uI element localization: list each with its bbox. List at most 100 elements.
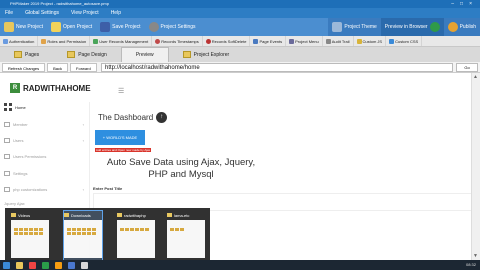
home-icon (4, 103, 12, 111)
folder-icon (182, 51, 191, 58)
menu-icon (289, 38, 295, 44)
brand-logo-icon: R (10, 83, 20, 93)
save-project-button[interactable]: Save Project (96, 18, 144, 36)
sidebar-item-users-permissions[interactable]: Users Permissions (4, 151, 86, 161)
thumbnail-videos[interactable]: Videos (11, 211, 49, 260)
publish-icon (447, 22, 458, 32)
windows-taskbar: 08:32 (0, 260, 480, 270)
feature-tab-strip: Authentication Roles and Permission User… (0, 36, 480, 47)
tab-custom-css[interactable]: Custom CSS (386, 36, 423, 46)
sidebar-item-jquery-ajax[interactable]: Jquery Ajax (4, 198, 86, 208)
window-controls[interactable]: –□× (451, 0, 478, 8)
settings-icon (4, 170, 10, 176)
gear-icon (148, 22, 159, 32)
scroll-down-icon[interactable]: ▼ (473, 253, 478, 259)
brand[interactable]: R RADWITHAHOME (10, 83, 91, 93)
delete-icon (205, 38, 211, 44)
folder-icon (64, 213, 69, 217)
system-clock[interactable]: 08:32 (466, 260, 476, 270)
tab-custom-js[interactable]: Custom JS (354, 36, 387, 46)
primary-action-button[interactable]: + WORLD'S MADE (95, 130, 145, 145)
chevron-left-icon: ‹ (82, 137, 84, 143)
css-icon (389, 38, 395, 44)
window-preview (117, 220, 155, 258)
folder-icon (14, 51, 22, 58)
forward-button[interactable]: Forward (70, 62, 97, 72)
menu-file[interactable]: File (3, 10, 15, 16)
member-icon (4, 121, 10, 127)
chevron-left-icon: ‹ (82, 186, 84, 192)
dashboard-title: The Dashboard ↑ (98, 112, 168, 123)
file-explorer-icon[interactable] (16, 261, 23, 269)
go-button[interactable]: Go (456, 63, 478, 72)
thumbnail-downloads[interactable]: Downloads (63, 210, 103, 260)
chevron-left-icon: ‹ (82, 121, 84, 127)
folder-icon (67, 51, 76, 58)
app-icon[interactable] (81, 261, 88, 269)
thumbnail-lama-etc[interactable]: lama-etc (167, 211, 205, 260)
tab-authentication[interactable]: Authentication (0, 36, 39, 46)
tab-page-events[interactable]: Page Events (250, 36, 287, 46)
address-bar: Refresh Changes Back Forward http://loca… (0, 62, 480, 73)
view-tab-bar: Pages Page Design Preview Project Explor… (0, 47, 480, 62)
sidebar-item-php-customizations[interactable]: php customizations ‹ (4, 184, 86, 194)
tab-user-records[interactable]: User Records Management (90, 36, 153, 46)
code-icon (4, 186, 10, 192)
window-title-bar: PHPMaker 2019 Project - radwithahome_aut… (0, 0, 480, 8)
menu-help[interactable]: Help (109, 10, 123, 16)
preview-in-browser-button[interactable]: Preview in Browser (380, 18, 444, 36)
app-icon[interactable] (55, 261, 62, 269)
window-preview (167, 220, 205, 258)
app-icon[interactable] (42, 261, 49, 269)
theme-icon (332, 22, 343, 32)
arrow-up-icon[interactable]: ↑ (156, 112, 168, 123)
tab-pages[interactable]: Pages (0, 47, 53, 62)
window-title: PHPMaker 2019 Project - radwithahome_aut… (10, 1, 109, 6)
folder-icon (117, 213, 122, 217)
clock-icon (155, 38, 161, 44)
folder-icon (11, 213, 16, 217)
new-project-icon (4, 22, 14, 32)
tab-audit-trail[interactable]: Audit Trail (323, 36, 354, 46)
scroll-up-icon[interactable]: ▲ (473, 74, 478, 80)
users-icon (4, 137, 10, 143)
sidebar-item-settings[interactable]: Settings (4, 168, 86, 178)
tab-roles-permission[interactable]: Roles and Permission (38, 36, 91, 46)
menu-global-settings[interactable]: Global Settings (23, 10, 61, 16)
tab-records-softdelete[interactable]: Records SoftDelete (203, 36, 251, 46)
main-toolbar: New Project Open Project Save Project Pr… (0, 18, 480, 36)
window-preview (64, 220, 102, 258)
sidebar-item-users[interactable]: Users ‹ (4, 135, 86, 145)
preview-page: R RADWITHAHOME ☰ Home Member ‹ Users ‹ Use… (0, 73, 480, 260)
menu-view-project[interactable]: View Project (69, 10, 101, 16)
tab-project-menu[interactable]: Project Menu (286, 36, 323, 46)
page-heading: Auto Save Data using Ajax, Jquery, PHP a… (106, 157, 256, 180)
save-icon (100, 22, 111, 32)
publish-button[interactable]: Publish (443, 18, 480, 36)
tab-project-explorer[interactable]: Project Explorer (169, 47, 244, 62)
open-project-button[interactable]: Open Project (47, 18, 96, 36)
tab-preview[interactable]: Preview (120, 47, 169, 62)
js-icon (356, 38, 362, 44)
app-icon[interactable] (29, 261, 36, 269)
audit-icon (325, 38, 331, 44)
start-icon[interactable] (3, 261, 10, 269)
new-project-button[interactable]: New Project (0, 18, 47, 36)
project-theme-button[interactable]: Project Theme (328, 18, 381, 36)
sidebar-item-home[interactable]: Home (4, 102, 86, 112)
thumbnail-radwithaphp[interactable]: radwithaphp (117, 211, 155, 260)
browser-icon (429, 22, 440, 32)
url-input[interactable]: http://localhost/radwithahome/home (101, 63, 453, 72)
page-scrollbar[interactable]: ▲ ▼ (471, 73, 480, 260)
app-icon[interactable] (68, 261, 75, 269)
back-button[interactable]: Back (47, 62, 69, 72)
user-icon (93, 38, 99, 44)
hamburger-menu-icon[interactable]: ☰ (118, 87, 124, 95)
tab-page-design[interactable]: Page Design (53, 47, 121, 62)
refresh-changes-button[interactable]: Refresh Changes (2, 62, 46, 72)
folder-icon (167, 213, 172, 217)
project-settings-button[interactable]: Project Settings (145, 18, 200, 36)
sidebar-item-member[interactable]: Member ‹ (4, 119, 86, 129)
tab-records-timestamps[interactable]: Records Timestamps (152, 36, 203, 46)
menu-bar: File Global Settings View Project Help (0, 8, 480, 18)
